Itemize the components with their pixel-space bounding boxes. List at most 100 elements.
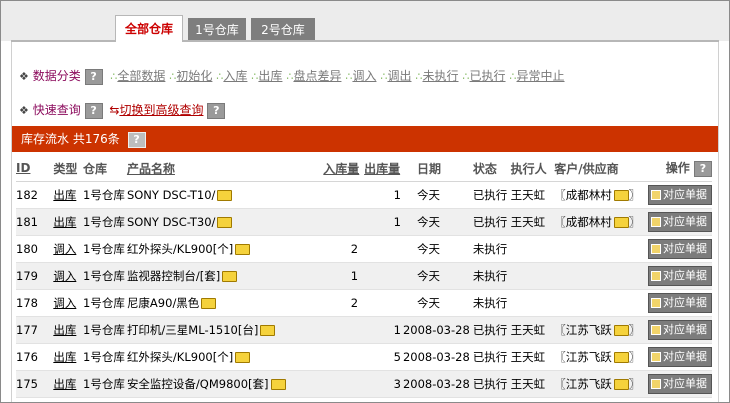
col-action: 操作 ? [647, 155, 712, 182]
related-document-button[interactable]: 对应单据 [648, 266, 712, 286]
type-link[interactable]: 出库 [53, 215, 76, 229]
cell-id: 181 [16, 208, 54, 236]
related-document-button[interactable]: 对应单据 [648, 374, 712, 394]
cell-date: 2008-03-28 [402, 343, 473, 371]
cell-warehouse: 1号仓库 [83, 316, 127, 344]
cell-status: 已执行 [472, 370, 511, 398]
window-frame: 全部仓库 1号仓库 2号仓库 ❖ 数据分类 ? ∴全部数据 ∴初始化 ∴入库 ∴出库 ∴… [0, 0, 730, 403]
filter-links: ∴全部数据 ∴初始化 ∴入库 ∴出库 ∴盘点差异 ∴调入 ∴调出 ∴未执行 ∴已执行 ∴异常中止 [106, 69, 564, 83]
filter-link[interactable]: 出库 [258, 69, 282, 83]
tab-warehouse-2[interactable]: 2号仓库 [251, 18, 315, 41]
help-icon[interactable]: ? [127, 131, 146, 148]
help-icon[interactable]: ? [207, 102, 226, 119]
folder-icon[interactable] [613, 217, 629, 228]
col-customer: 客户/供应商 [554, 155, 648, 182]
filter-link[interactable]: 全部数据 [117, 69, 165, 83]
cell-customer [554, 289, 648, 317]
cell-product: SONY DSC-T10/ [126, 181, 324, 209]
cell-status: 已执行 [472, 208, 511, 236]
cell-in-qty: 1 [323, 262, 365, 290]
col-warehouse: 仓库 [83, 155, 127, 182]
cell-out-qty [364, 289, 403, 317]
folder-icon[interactable] [222, 271, 238, 282]
cell-product: 监视器控制台/[套] [126, 262, 324, 290]
cell-customer: 〖成都林村〗 [554, 208, 648, 236]
table-row: 179 调入 1号仓库 监视器控制台/[套] 1 今天 未执行 对应单据 [16, 262, 712, 290]
document-icon [651, 298, 661, 308]
type-link[interactable]: 调入 [53, 242, 76, 256]
filter-link[interactable]: 调出 [387, 69, 411, 83]
cell-out-qty: 1 [364, 208, 403, 236]
col-product[interactable]: 产品名称 [126, 155, 324, 182]
folder-icon[interactable] [201, 298, 217, 309]
cell-operator [510, 235, 555, 263]
filter-link[interactable]: 未执行 [422, 69, 458, 83]
content-panel: ❖ 数据分类 ? ∴全部数据 ∴初始化 ∴入库 ∴出库 ∴盘点差异 ∴调入 ∴调出 ∴未执行 ∴… [11, 42, 719, 402]
help-icon[interactable]: ? [84, 102, 103, 119]
data-filter-row: ❖ 数据分类 ? ∴全部数据 ∴初始化 ∴入库 ∴出库 ∴盘点差异 ∴调入 ∴调出 ∴未执行 ∴… [19, 68, 565, 85]
type-link[interactable]: 出库 [53, 350, 76, 364]
folder-icon[interactable] [217, 190, 233, 201]
type-link[interactable]: 出库 [53, 377, 76, 391]
folder-icon[interactable] [613, 379, 629, 390]
col-in-qty[interactable]: 入库量 [323, 155, 365, 182]
cell-customer: 〖江苏飞跃〗 [554, 316, 648, 344]
quick-search-heading: 快速查询 [32, 103, 81, 117]
help-icon[interactable]: ? [84, 68, 103, 85]
related-document-button[interactable]: 对应单据 [648, 293, 712, 313]
related-document-button[interactable]: 对应单据 [648, 320, 712, 340]
cell-status: 已执行 [472, 343, 511, 371]
document-icon [651, 325, 661, 335]
list-banner: 库存流水 共176条 ? [12, 126, 718, 152]
switch-advanced-search-link[interactable]: 切换到高级查询 [119, 103, 203, 117]
related-document-button[interactable]: 对应单据 [648, 239, 712, 259]
document-icon [651, 190, 661, 200]
cell-status: 未执行 [472, 262, 511, 290]
cell-in-qty: 2 [323, 235, 365, 263]
diamond-icon: ❖ [19, 104, 29, 117]
cell-id: 176 [16, 343, 54, 371]
filter-link[interactable]: 初始化 [176, 69, 212, 83]
filter-link[interactable]: 已执行 [470, 69, 506, 83]
cell-warehouse: 1号仓库 [83, 289, 127, 317]
folder-icon[interactable] [217, 217, 233, 228]
cell-in-qty: 2 [323, 289, 365, 317]
folder-icon[interactable] [270, 379, 286, 390]
type-link[interactable]: 出库 [53, 188, 76, 202]
col-out-qty[interactable]: 出库量 [364, 155, 403, 182]
related-document-button[interactable]: 对应单据 [648, 347, 712, 367]
filter-heading: 数据分类 [32, 69, 81, 83]
type-link[interactable]: 调入 [53, 269, 76, 283]
related-document-button[interactable]: 对应单据 [648, 185, 712, 205]
filter-link[interactable]: 盘点差异 [293, 69, 341, 83]
cell-product: 打印机/三星ML-1510[台] [126, 316, 324, 344]
help-icon[interactable]: ? [694, 160, 712, 177]
folder-icon[interactable] [235, 244, 251, 255]
folder-icon[interactable] [260, 325, 276, 336]
diamond-icon: ❖ [19, 70, 29, 83]
cell-id: 180 [16, 235, 54, 263]
folder-icon[interactable] [613, 352, 629, 363]
cell-in-qty [323, 316, 365, 344]
type-link[interactable]: 调入 [53, 296, 76, 310]
related-document-button[interactable]: 对应单据 [648, 212, 712, 232]
cell-id: 175 [16, 370, 54, 398]
tab-all-warehouses[interactable]: 全部仓库 [115, 15, 183, 42]
folder-icon[interactable] [613, 190, 629, 201]
filter-link[interactable]: 调入 [352, 69, 376, 83]
tab-warehouse-1[interactable]: 1号仓库 [188, 18, 246, 41]
filter-link[interactable]: 入库 [223, 69, 247, 83]
cell-customer: 〖成都林村〗 [554, 181, 648, 209]
cell-warehouse: 1号仓库 [83, 343, 127, 371]
quick-search-row: ❖ 快速查询 ? ⇆切换到高级查询 ? [19, 102, 226, 119]
cell-status: 未执行 [472, 289, 511, 317]
folder-icon[interactable] [613, 325, 629, 336]
col-id[interactable]: ID [16, 155, 54, 182]
table-row: 178 调入 1号仓库 尼康A90/黑色 2 今天 未执行 对应单据 [16, 289, 712, 317]
cell-in-qty [323, 343, 365, 371]
filter-link[interactable]: 异常中止 [517, 69, 565, 83]
folder-icon[interactable] [235, 352, 251, 363]
type-link[interactable]: 出库 [53, 323, 76, 337]
bullet-icon: ∴ [462, 70, 470, 83]
cell-out-qty: 1 [364, 316, 403, 344]
